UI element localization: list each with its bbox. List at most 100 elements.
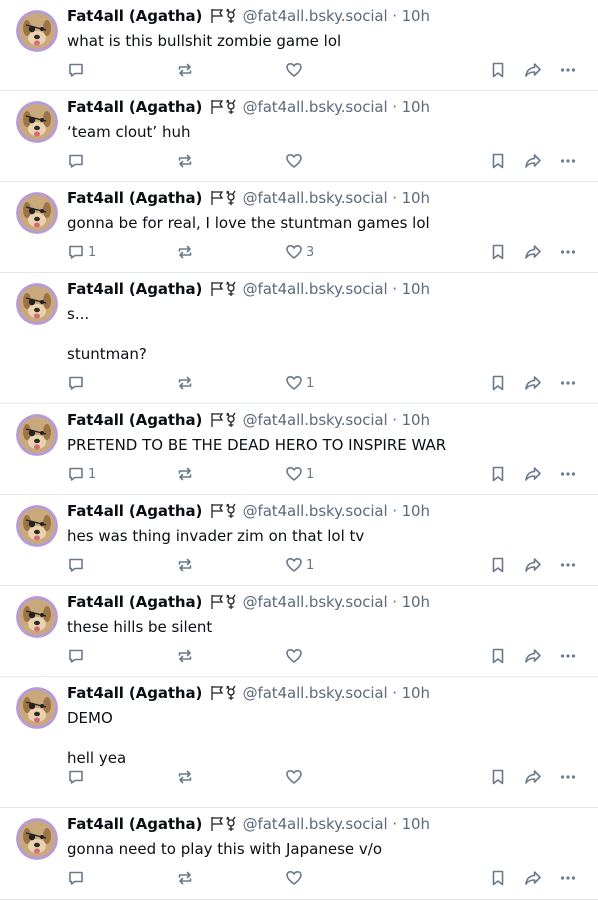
post-timestamp[interactable]: 10h	[402, 280, 430, 298]
post[interactable]: Fat4all (Agatha) @fat4all.bsky.social · …	[0, 404, 598, 495]
bookmark-button[interactable]	[489, 60, 507, 80]
avatar[interactable]	[16, 818, 58, 860]
author-handle[interactable]: @fat4all.bsky.social	[243, 684, 388, 702]
post-timestamp[interactable]: 10h	[402, 593, 430, 611]
post-timestamp[interactable]: 10h	[402, 98, 430, 116]
author-handle[interactable]: @fat4all.bsky.social	[243, 98, 388, 116]
avatar[interactable]	[16, 192, 58, 234]
share-button[interactable]	[524, 868, 542, 888]
more-options-button[interactable]	[559, 767, 577, 787]
avatar[interactable]	[16, 101, 58, 143]
reply-button[interactable]: 1	[67, 242, 96, 262]
like-button[interactable]	[285, 60, 306, 80]
repost-button[interactable]	[176, 868, 194, 888]
share-button[interactable]	[524, 242, 542, 262]
reply-button[interactable]	[67, 767, 88, 787]
avatar[interactable]	[16, 283, 58, 325]
more-options-button[interactable]	[559, 373, 577, 393]
more-options-button[interactable]	[559, 868, 577, 888]
repost-button[interactable]	[176, 373, 194, 393]
repost-button[interactable]	[176, 767, 194, 787]
repost-button[interactable]	[176, 555, 194, 575]
like-button[interactable]: 1	[285, 373, 314, 393]
bookmark-button[interactable]	[489, 646, 507, 666]
reply-button[interactable]	[67, 373, 88, 393]
post-timestamp[interactable]: 10h	[402, 411, 430, 429]
share-button[interactable]	[524, 151, 542, 171]
reply-button[interactable]	[67, 555, 88, 575]
author-handle[interactable]: @fat4all.bsky.social	[243, 815, 388, 833]
repost-button[interactable]	[176, 464, 194, 484]
author-handle[interactable]: @fat4all.bsky.social	[243, 7, 388, 25]
more-options-button[interactable]	[559, 151, 577, 171]
bookmark-button[interactable]	[489, 868, 507, 888]
post-timestamp[interactable]: 10h	[402, 502, 430, 520]
share-button[interactable]	[524, 60, 542, 80]
author-name[interactable]: Fat4all (Agatha)	[67, 98, 202, 116]
more-options-button[interactable]	[559, 60, 577, 80]
author-handle[interactable]: @fat4all.bsky.social	[243, 502, 388, 520]
author-name[interactable]: Fat4all (Agatha)	[67, 189, 202, 207]
post-timestamp[interactable]: 10h	[402, 684, 430, 702]
like-button[interactable]	[285, 868, 306, 888]
repost-button[interactable]	[176, 646, 194, 666]
repost-button[interactable]	[176, 60, 194, 80]
author-name[interactable]: Fat4all (Agatha)	[67, 411, 202, 429]
post-timestamp[interactable]: 10h	[402, 189, 430, 207]
like-button[interactable]: 3	[285, 242, 314, 262]
avatar[interactable]	[16, 414, 58, 456]
more-options-button[interactable]	[559, 555, 577, 575]
post[interactable]: Fat4all (Agatha) @fat4all.bsky.social · …	[0, 0, 598, 91]
post-timestamp[interactable]: 10h	[402, 7, 430, 25]
reply-button[interactable]	[67, 868, 88, 888]
avatar[interactable]	[16, 687, 58, 729]
post[interactable]: Fat4all (Agatha) @fat4all.bsky.social · …	[0, 586, 598, 677]
like-button[interactable]	[285, 151, 306, 171]
like-button[interactable]: 1	[285, 555, 314, 575]
reply-button[interactable]	[67, 646, 88, 666]
share-button[interactable]	[524, 555, 542, 575]
bookmark-button[interactable]	[489, 242, 507, 262]
author-name[interactable]: Fat4all (Agatha)	[67, 684, 202, 702]
bookmark-button[interactable]	[489, 767, 507, 787]
bookmark-button[interactable]	[489, 464, 507, 484]
bookmark-button[interactable]	[489, 151, 507, 171]
author-handle[interactable]: @fat4all.bsky.social	[243, 189, 388, 207]
reply-button[interactable]: 1	[67, 464, 96, 484]
repost-button[interactable]	[176, 242, 194, 262]
avatar[interactable]	[16, 505, 58, 547]
post[interactable]: Fat4all (Agatha) @fat4all.bsky.social · …	[0, 808, 598, 900]
more-options-button[interactable]	[559, 464, 577, 484]
author-name[interactable]: Fat4all (Agatha)	[67, 7, 202, 25]
share-button[interactable]	[524, 464, 542, 484]
share-button[interactable]	[524, 373, 542, 393]
author-name[interactable]: Fat4all (Agatha)	[67, 593, 202, 611]
separator-dot: ·	[392, 189, 397, 207]
post[interactable]: Fat4all (Agatha) @fat4all.bsky.social · …	[0, 91, 598, 182]
post[interactable]: Fat4all (Agatha) @fat4all.bsky.social · …	[0, 273, 598, 404]
author-handle[interactable]: @fat4all.bsky.social	[243, 411, 388, 429]
author-name[interactable]: Fat4all (Agatha)	[67, 280, 202, 298]
bookmark-button[interactable]	[489, 555, 507, 575]
repost-button[interactable]	[176, 151, 194, 171]
reply-button[interactable]	[67, 151, 88, 171]
like-button[interactable]	[285, 646, 306, 666]
author-name[interactable]: Fat4all (Agatha)	[67, 502, 202, 520]
avatar[interactable]	[16, 10, 58, 52]
avatar[interactable]	[16, 596, 58, 638]
author-handle[interactable]: @fat4all.bsky.social	[243, 280, 388, 298]
share-button[interactable]	[524, 767, 542, 787]
reply-button[interactable]	[67, 60, 88, 80]
post[interactable]: Fat4all (Agatha) @fat4all.bsky.social · …	[0, 182, 598, 273]
author-name[interactable]: Fat4all (Agatha)	[67, 815, 202, 833]
post[interactable]: Fat4all (Agatha) @fat4all.bsky.social · …	[0, 495, 598, 586]
post[interactable]: Fat4all (Agatha) @fat4all.bsky.social · …	[0, 677, 598, 808]
share-button[interactable]	[524, 646, 542, 666]
bookmark-button[interactable]	[489, 373, 507, 393]
post-timestamp[interactable]: 10h	[402, 815, 430, 833]
like-button[interactable]: 1	[285, 464, 314, 484]
author-handle[interactable]: @fat4all.bsky.social	[243, 593, 388, 611]
more-options-button[interactable]	[559, 242, 577, 262]
like-button[interactable]	[285, 767, 306, 787]
more-options-button[interactable]	[559, 646, 577, 666]
